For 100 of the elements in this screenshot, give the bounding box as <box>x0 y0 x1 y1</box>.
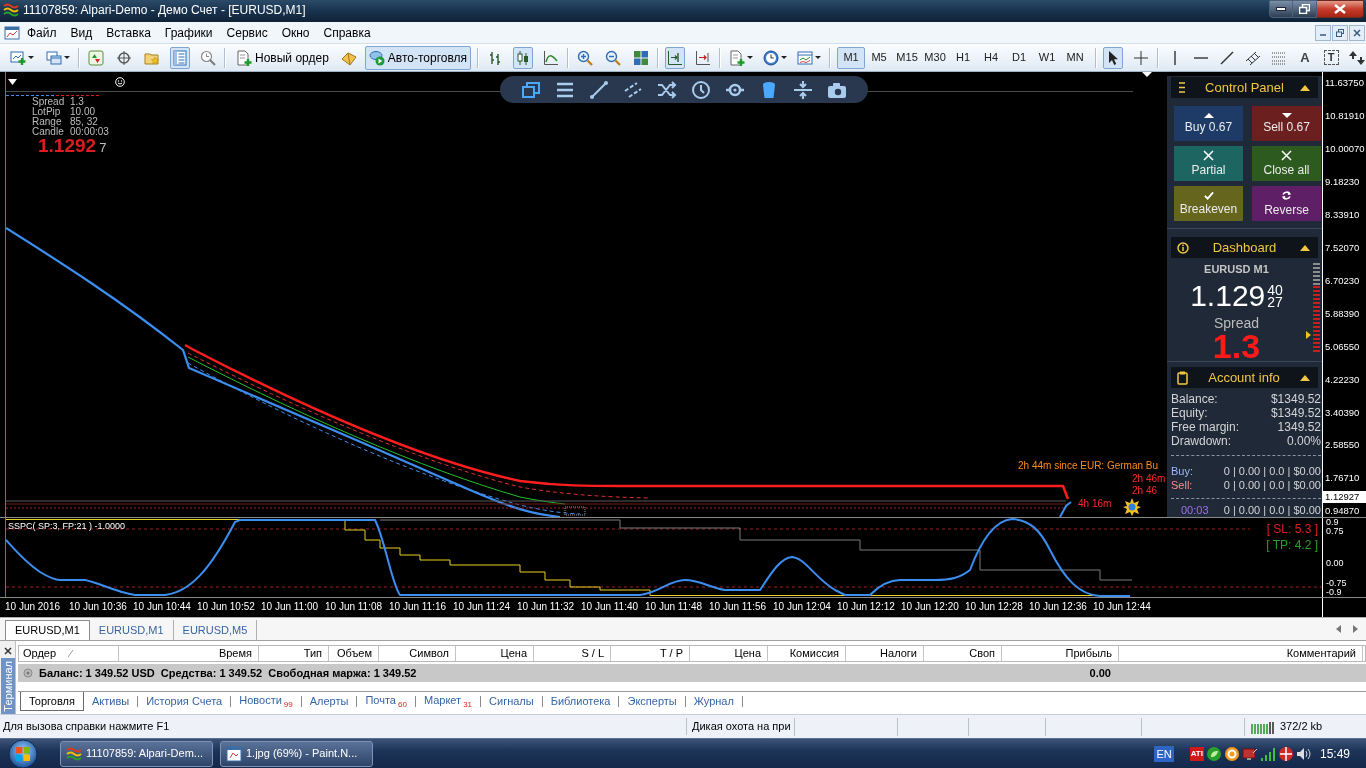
timeframe-button[interactable]: H4 <box>977 46 1006 69</box>
terminal-tab[interactable]: История Счета <box>138 692 231 711</box>
partial-close-button[interactable]: Partial <box>1174 146 1243 181</box>
column-header[interactable]: Ордер <box>19 646 119 661</box>
ring-icon[interactable] <box>1223 745 1240 762</box>
column-header[interactable]: Цена <box>690 646 768 661</box>
terminal-tab[interactable]: Торговля <box>20 692 84 711</box>
menu-item[interactable]: Окно <box>274 22 317 43</box>
text-label-button[interactable]: T <box>1321 46 1342 69</box>
menu-item[interactable]: Файл <box>20 22 64 43</box>
timeframe-button[interactable]: D1 <box>1005 46 1034 69</box>
info-value: 85, 32 <box>70 117 98 127</box>
terminal-tab[interactable]: Почта $_{60}$ <box>357 692 415 711</box>
buy-button[interactable]: Buy 0.67 <box>1174 106 1243 141</box>
text-tool-button[interactable]: A <box>1295 46 1316 69</box>
minimize-button[interactable] <box>1269 0 1293 18</box>
candlestick-button[interactable] <box>513 46 534 69</box>
sort-icon <box>68 650 74 657</box>
timeframe-button[interactable]: MN <box>1061 46 1090 69</box>
column-header[interactable]: Комментарий <box>1119 646 1363 661</box>
restore-button[interactable] <box>1332 24 1348 41</box>
menu-item[interactable]: Вставка <box>99 22 158 43</box>
account-label: Drawdown: <box>1171 434 1232 448</box>
menu-item[interactable]: Справка <box>316 22 378 43</box>
column-header[interactable]: Комиссия <box>768 646 846 661</box>
column-header[interactable]: S / L <box>534 646 611 661</box>
document-plus-icon <box>236 49 252 66</box>
chart-shift-icon <box>667 49 684 66</box>
tray-app-button[interactable]: ATI <box>1189 746 1204 761</box>
column-header[interactable]: Объем <box>329 646 379 661</box>
symbol-label: EURUSD M1 <box>1204 262 1269 276</box>
terminal-tab[interactable]: Новости $_{99}$ <box>231 692 301 711</box>
position-label: 00:03 <box>1180 503 1209 517</box>
timeframe-button[interactable]: M30 <box>921 46 950 69</box>
taskbar-button[interactable]: 1.jpg (69%) - Paint.N... <box>220 740 373 767</box>
monitor-icon[interactable] <box>1241 745 1258 762</box>
caret-icon[interactable] <box>8 79 17 85</box>
signal-bars-icon[interactable] <box>1259 745 1276 762</box>
time-axis-label: 10 Jun 11:32 <box>517 601 575 613</box>
terminal-tab[interactable]: Журнал <box>685 692 742 711</box>
timeframe-button[interactable]: M1 <box>837 46 866 69</box>
scroll-left-icon[interactable] <box>1336 625 1341 633</box>
triangle-marker-icon[interactable] <box>1142 72 1152 77</box>
column-header[interactable]: Своп <box>924 646 1002 661</box>
reverse-button[interactable]: Reverse <box>1252 186 1321 221</box>
zoom-out-icon <box>605 49 622 66</box>
menu-item[interactable]: Графики <box>157 22 220 43</box>
column-header[interactable]: Цена <box>456 646 534 661</box>
column-header[interactable]: Тип <box>259 646 329 661</box>
auto-trading-button[interactable]: Авто-торговля <box>364 45 472 70</box>
column-header[interactable]: Прибыль <box>1002 646 1119 661</box>
close-button[interactable] <box>1317 0 1364 18</box>
sell-button[interactable]: Sell 0.67 <box>1252 106 1321 141</box>
parallel-lines-icon[interactable] <box>623 79 643 100</box>
stacked-windows-icon[interactable] <box>521 79 541 100</box>
leaf-icon[interactable] <box>1205 745 1222 762</box>
chart-shift-button[interactable] <box>665 46 686 69</box>
crosshair-circle-icon <box>116 49 132 66</box>
scroll-right-icon[interactable] <box>1353 625 1358 633</box>
column-header[interactable]: T / P <box>611 646 690 661</box>
taskbar-button[interactable]: 11107859: Alpari-Dem... <box>60 740 213 767</box>
new-order-button[interactable]: Новый ордер <box>232 45 333 70</box>
chart-window-icon[interactable] <box>4 24 20 41</box>
menu-item[interactable]: Вид <box>63 22 100 43</box>
language-indicator[interactable]: EN <box>1154 745 1174 762</box>
chart-tab[interactable]: EURUSD,M1 <box>5 620 90 640</box>
clipboard-icon <box>1177 370 1188 385</box>
terminal-tab[interactable]: Сигналы <box>481 692 542 711</box>
balance-summary: Баланс: 1 349.52 USD Средства: 1 349.52 Свободная маржа: 1 349.52 <box>39 665 417 681</box>
breakeven-button[interactable]: Breakeven <box>1174 186 1243 221</box>
shuffle-icon[interactable] <box>657 79 677 100</box>
column-header[interactable]: Время <box>119 646 259 661</box>
timeframe-button[interactable]: H1 <box>949 46 978 69</box>
column-header[interactable]: Налоги <box>846 646 924 661</box>
cross-circle-icon[interactable] <box>1277 745 1294 762</box>
line-segment-icon[interactable] <box>589 79 609 100</box>
terminal-tab[interactable]: Эксперты <box>619 692 685 711</box>
menu-item[interactable]: Сервис <box>219 22 275 43</box>
restore-button[interactable] <box>1293 0 1317 18</box>
terminal-tab[interactable]: Маркет $_{31}$ <box>415 692 481 711</box>
chart-template-icon <box>797 49 814 66</box>
price-axis-label: 10.00070 <box>1325 143 1365 155</box>
collapse-caret-icon[interactable] <box>1300 244 1310 251</box>
column-header[interactable]: Символ <box>379 646 456 661</box>
clock-icon[interactable] <box>691 79 711 100</box>
close-all-button[interactable]: Close all <box>1252 146 1321 181</box>
terminal-tab[interactable]: Библиотека <box>542 692 619 711</box>
close-icon[interactable] <box>3 647 12 655</box>
terminal-tab[interactable]: Активы <box>83 692 138 711</box>
timeframe-button[interactable]: W1 <box>1033 46 1062 69</box>
indicator-axis-label: 0.9 <box>1326 518 1339 527</box>
close-button[interactable] <box>1349 24 1365 41</box>
split-arrows-icon[interactable] <box>793 79 813 100</box>
collapse-caret-icon[interactable] <box>1300 374 1310 381</box>
timeframe-button[interactable]: M5 <box>865 46 894 69</box>
cursor-button[interactable] <box>1103 46 1124 69</box>
timeframe-button[interactable]: M15 <box>893 46 922 69</box>
unread-count: 60 <box>398 700 407 710</box>
collapse-caret-icon[interactable] <box>1300 84 1310 91</box>
terminal-tab[interactable]: Алерты <box>301 692 357 711</box>
